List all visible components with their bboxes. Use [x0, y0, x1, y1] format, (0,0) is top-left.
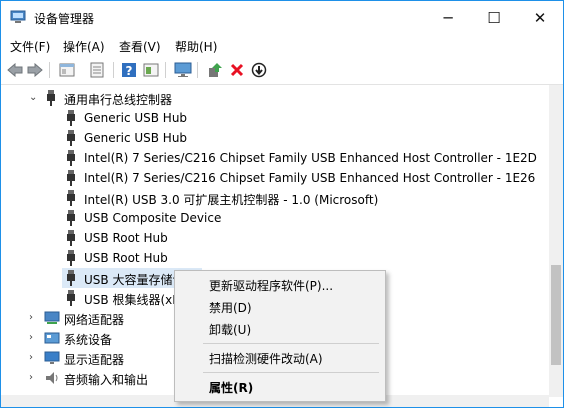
menu-properties[interactable]: 属性(R)	[209, 379, 253, 396]
usb-device-icon	[67, 230, 75, 246]
tree-item[interactable]: Intel(R) USB 3.0 可扩展主机控制器 - 1.0 (Microso…	[1, 188, 549, 208]
maximize-button[interactable]: ☐	[471, 1, 517, 34]
tree-category-usb[interactable]: ⌄ 通用串行总线控制器	[1, 88, 549, 108]
tree-item-label: Intel(R) 7 Series/C216 Chipset Family US…	[84, 151, 537, 165]
disable-button[interactable]	[249, 60, 269, 80]
context-menu: 更新驱动程序软件(P)... 禁用(D) 卸载(U) 扫描检测硬件改动(A) 属…	[174, 270, 386, 402]
update-driver-button[interactable]	[205, 60, 225, 80]
tree-item[interactable]: USB Root Hub	[1, 248, 549, 268]
system-devices-icon	[44, 332, 60, 344]
properties-button[interactable]	[57, 60, 77, 80]
tree-item-label: USB Composite Device	[84, 211, 222, 225]
tree-item-label: Generic USB Hub	[84, 131, 188, 145]
uninstall-icon	[230, 63, 244, 77]
back-button[interactable]	[5, 60, 25, 80]
chevron-right-icon[interactable]: ›	[29, 351, 39, 365]
tree-item-label: Intel(R) 7 Series/C216 Chipset Family US…	[84, 171, 536, 185]
tree-item[interactable]: Generic USB Hub	[1, 128, 549, 148]
menu-update-driver[interactable]: 更新驱动程序软件(P)...	[209, 277, 333, 294]
help-button[interactable]: ?	[119, 60, 139, 80]
device-manager-window: 设备管理器 ─ ☐ ✕ 文件(F) 操作(A) 查看(V) 帮助(H) ? ⌄ …	[0, 0, 564, 408]
toolbar-separator	[197, 62, 198, 78]
tree-item[interactable]: Generic USB Hub	[1, 108, 549, 128]
chevron-right-icon[interactable]: ›	[29, 371, 39, 385]
tree-category-label: 音频输入和输出	[64, 373, 149, 387]
maximize-icon: ☐	[487, 8, 501, 27]
menu-uninstall[interactable]: 卸载(U)	[209, 321, 251, 338]
usb-device-icon	[67, 290, 75, 306]
network-adapter-icon	[44, 311, 60, 324]
toolbar-separator	[165, 62, 166, 78]
update-driver-icon	[209, 63, 222, 77]
window-title: 设备管理器	[34, 12, 95, 26]
usb-device-icon	[67, 130, 75, 146]
uninstall-button[interactable]	[227, 60, 247, 80]
show-hidden-button[interactable]	[87, 60, 107, 80]
chevron-down-icon[interactable]: ⌄	[29, 91, 39, 105]
forward-button[interactable]	[25, 60, 45, 80]
close-button[interactable]: ✕	[517, 1, 563, 34]
usb-controller-icon	[47, 90, 55, 106]
tree-item[interactable]: USB Root Hub	[1, 228, 549, 248]
properties-icon	[59, 63, 75, 77]
minimize-icon: ─	[443, 8, 453, 27]
usb-device-icon	[67, 150, 75, 166]
menu-bar: 文件(F) 操作(A) 查看(V) 帮助(H)	[1, 34, 563, 56]
menu-separator	[203, 372, 379, 373]
usb-device-icon	[67, 250, 75, 266]
menu-view[interactable]: 查看(V)	[119, 38, 161, 55]
device-manager-icon	[10, 10, 26, 23]
menu-help[interactable]: 帮助(H)	[175, 38, 217, 55]
menu-scan-hardware[interactable]: 扫描检测硬件改动(A)	[209, 350, 323, 367]
toolbar-separator	[49, 62, 50, 78]
chevron-right-icon[interactable]: ›	[29, 331, 39, 345]
menu-separator	[203, 343, 379, 344]
title-bar[interactable]: 设备管理器 ─ ☐ ✕	[1, 1, 563, 34]
usb-device-icon	[67, 270, 75, 286]
menu-action[interactable]: 操作(A)	[63, 38, 105, 55]
back-icon	[7, 63, 23, 77]
action-icon	[143, 63, 159, 77]
usb-device-icon	[67, 210, 75, 226]
tree-category-label: 通用串行总线控制器	[64, 93, 173, 107]
usb-device-icon	[67, 170, 75, 186]
show-hidden-icon	[90, 62, 104, 78]
svg-text:?: ?	[126, 64, 133, 78]
action-button[interactable]	[141, 60, 161, 80]
tree-item[interactable]: USB Composite Device	[1, 208, 549, 228]
menu-disable[interactable]: 禁用(D)	[209, 299, 252, 316]
usb-device-icon	[67, 110, 75, 126]
tree-category-label: 系统设备	[64, 333, 113, 347]
vertical-scrollbar[interactable]	[549, 85, 563, 397]
tree-item-label: Generic USB Hub	[84, 111, 188, 125]
usb-device-icon	[67, 190, 75, 206]
menu-file[interactable]: 文件(F)	[10, 38, 50, 55]
minimize-button[interactable]: ─	[425, 1, 471, 34]
close-icon: ✕	[533, 8, 547, 27]
chevron-right-icon[interactable]: ›	[29, 311, 39, 325]
tree-item-label: USB Root Hub	[84, 251, 168, 265]
scan-hardware-button[interactable]	[173, 60, 193, 80]
tree-item[interactable]: Intel(R) 7 Series/C216 Chipset Family US…	[1, 168, 549, 188]
toolbar: ?	[1, 56, 563, 85]
tree-category-label: 网络适配器	[64, 313, 125, 327]
tree-item[interactable]: Intel(R) 7 Series/C216 Chipset Family US…	[1, 148, 549, 168]
help-icon: ?	[122, 63, 136, 78]
display-adapter-icon	[44, 351, 60, 364]
monitor-icon	[174, 62, 192, 77]
disable-icon	[251, 62, 267, 78]
audio-icon	[46, 372, 58, 384]
tree-category-label: 显示适配器	[64, 353, 125, 367]
scrollbar-thumb[interactable]	[551, 265, 561, 365]
forward-icon	[27, 63, 43, 77]
tree-item-label: USB Root Hub	[84, 231, 168, 245]
tree-item-label: Intel(R) USB 3.0 可扩展主机控制器 - 1.0 (Microso…	[84, 193, 379, 207]
toolbar-separator	[113, 62, 114, 78]
